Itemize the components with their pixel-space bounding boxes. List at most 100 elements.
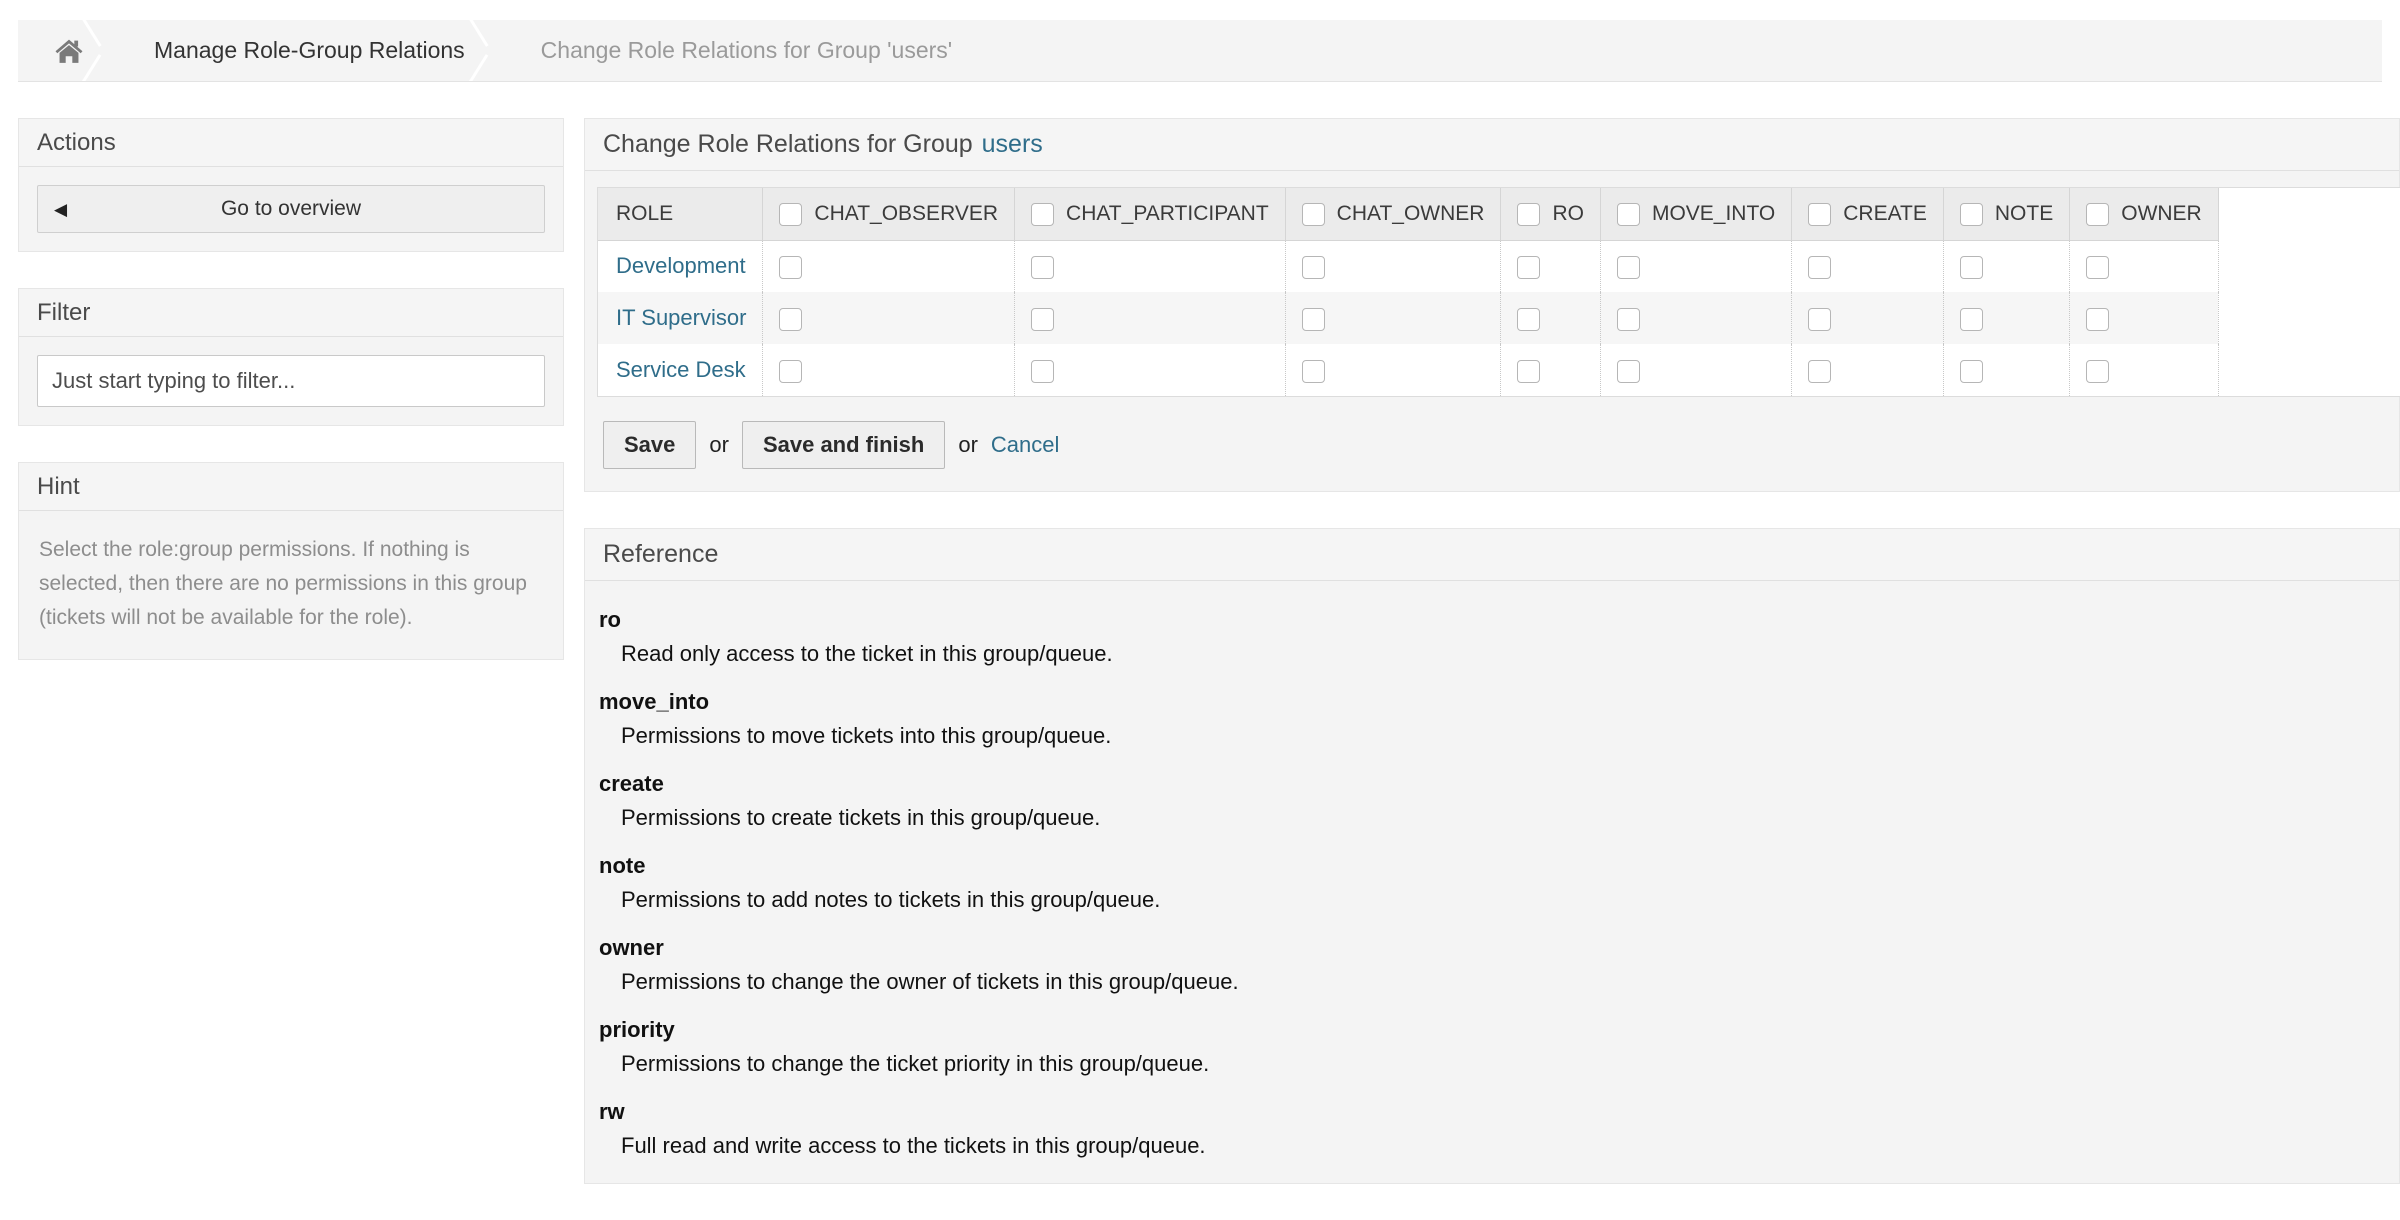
breadcrumb-item-manage-role-group-relations[interactable]: Manage Role-Group Relations	[112, 20, 499, 81]
hint-widget-title: Hint	[19, 463, 563, 511]
checkbox-it-supervisor-move_into[interactable]	[1616, 307, 1640, 331]
permission-cell	[1943, 292, 2071, 344]
checkbox-service-desk-move_into[interactable]	[1616, 359, 1640, 383]
go-to-overview-label: Go to overview	[220, 197, 362, 220]
cancel-link[interactable]: Cancel	[991, 432, 1059, 458]
breadcrumb-label: Manage Role-Group Relations	[154, 37, 465, 63]
select-all-checkbox-owner[interactable]	[2086, 202, 2110, 226]
permission-cell	[1791, 240, 1944, 292]
breadcrumb: Manage Role-Group Relations Change Role …	[18, 20, 2382, 82]
checkbox-development-ro[interactable]	[1517, 255, 1541, 279]
select-all-checkbox-chat_observer[interactable]	[779, 202, 803, 226]
actions-widget: Actions ◀ Go to overview	[18, 118, 564, 252]
permission-cell	[1943, 344, 2071, 396]
checkbox-development-note[interactable]	[1959, 255, 1983, 279]
select-all-checkbox-chat_owner[interactable]	[1301, 202, 1325, 226]
checkbox-it-supervisor-note[interactable]	[1959, 307, 1983, 331]
hint-text: Select the role:group permissions. If no…	[39, 538, 527, 630]
permission-cell	[1600, 240, 1793, 292]
go-to-overview-button[interactable]: ◀ Go to overview	[37, 185, 545, 233]
checkbox-development-chat_owner[interactable]	[1301, 255, 1325, 279]
reference-item: ro Read only access to the ticket in this…	[599, 607, 2385, 667]
panel-body: ROLE CHAT_OBSERVER CHAT_PARTICIPANT CHAT_O…	[585, 171, 2400, 491]
column-header-ro: RO	[1500, 188, 1601, 241]
main-content: Change Role Relations for Group users RO…	[584, 118, 2400, 1220]
home-icon	[54, 38, 84, 64]
breadcrumb-separator-1	[79, 20, 113, 81]
reference-list: ro Read only access to the ticket in this…	[599, 607, 2385, 1159]
checkbox-it-supervisor-ro[interactable]	[1517, 307, 1541, 331]
reference-description: Permissions to create tickets in this gr…	[621, 805, 1101, 830]
permission-cell	[1014, 344, 1286, 396]
caret-left-icon: ◀	[54, 199, 68, 219]
or-separator-1: or	[709, 432, 729, 457]
column-header-label: RO	[1552, 201, 1584, 225]
checkbox-it-supervisor-owner[interactable]	[2086, 307, 2110, 331]
checkbox-service-desk-chat_observer[interactable]	[779, 359, 803, 383]
permission-cell	[762, 292, 1016, 344]
checkbox-development-move_into[interactable]	[1616, 255, 1640, 279]
role-link[interactable]: IT Supervisor	[598, 292, 764, 344]
breadcrumb-separator-2	[466, 20, 500, 81]
checkbox-development-create[interactable]	[1808, 255, 1832, 279]
reference-panel: Reference ro Read only access to the tick…	[584, 528, 2400, 1184]
checkbox-development-chat_participant[interactable]	[1031, 255, 1055, 279]
checkbox-development-chat_observer[interactable]	[779, 255, 803, 279]
reference-term: note	[599, 853, 646, 878]
permissions-table-body: Development IT Supervisor Service Desk	[598, 240, 2219, 396]
permission-cell	[762, 240, 1016, 292]
group-link[interactable]: users	[982, 130, 1043, 159]
permission-cell	[1285, 292, 1502, 344]
checkbox-development-owner[interactable]	[2086, 255, 2110, 279]
reference-term: create	[599, 771, 664, 796]
hint-widget: Hint Select the role:group permissions. …	[18, 462, 564, 661]
checkbox-service-desk-note[interactable]	[1959, 359, 1983, 383]
checkbox-it-supervisor-create[interactable]	[1808, 307, 1832, 331]
column-header-create: CREATE	[1791, 188, 1944, 241]
column-header-chat_participant: CHAT_PARTICIPANT	[1014, 188, 1286, 241]
checkbox-it-supervisor-chat_owner[interactable]	[1301, 307, 1325, 331]
column-header-note: NOTE	[1943, 188, 2071, 241]
checkbox-service-desk-create[interactable]	[1808, 359, 1832, 383]
checkbox-service-desk-ro[interactable]	[1517, 359, 1541, 383]
reference-description: Permissions to add notes to tickets in t…	[621, 887, 1161, 912]
checkbox-service-desk-chat_participant[interactable]	[1031, 359, 1055, 383]
reference-panel-body: ro Read only access to the ticket in this…	[585, 581, 2399, 1183]
checkbox-service-desk-owner[interactable]	[2086, 359, 2110, 383]
permission-cell	[1285, 344, 1502, 396]
role-link[interactable]: Service Desk	[598, 344, 764, 396]
permission-cell	[1791, 344, 1944, 396]
column-header-role: ROLE	[598, 188, 764, 241]
select-all-checkbox-move_into[interactable]	[1616, 202, 1640, 226]
permissions-table: ROLE CHAT_OBSERVER CHAT_PARTICIPANT CHAT_O…	[598, 188, 2219, 396]
breadcrumb-home[interactable]	[18, 20, 112, 81]
permission-cell	[1014, 292, 1286, 344]
reference-term: rw	[599, 1099, 625, 1124]
select-all-checkbox-ro[interactable]	[1517, 202, 1541, 226]
select-all-checkbox-chat_participant[interactable]	[1031, 202, 1055, 226]
column-header-label: CHAT_PARTICIPANT	[1066, 201, 1269, 225]
save-and-finish-button[interactable]: Save and finish	[741, 421, 946, 469]
column-header-owner: OWNER	[2069, 188, 2219, 241]
reference-term: priority	[599, 1017, 675, 1042]
checkbox-it-supervisor-chat_observer[interactable]	[779, 307, 803, 331]
permission-cell	[1600, 344, 1793, 396]
permission-cell	[1500, 240, 1601, 292]
filter-input[interactable]	[37, 355, 545, 407]
permission-cell	[1500, 292, 1601, 344]
reference-item: note Permissions to add notes to tickets …	[599, 853, 2385, 913]
table-row: Service Desk	[598, 344, 2219, 396]
role-link[interactable]: Development	[598, 240, 764, 292]
checkbox-service-desk-chat_owner[interactable]	[1301, 359, 1325, 383]
panel-header: Change Role Relations for Group users	[585, 119, 2399, 171]
select-all-checkbox-note[interactable]	[1959, 202, 1983, 226]
permission-cell	[1285, 240, 1502, 292]
checkbox-it-supervisor-chat_participant[interactable]	[1031, 307, 1055, 331]
permission-cell	[2069, 292, 2219, 344]
select-all-checkbox-create[interactable]	[1808, 202, 1832, 226]
column-header-label: CHAT_OBSERVER	[814, 201, 999, 225]
reference-term: move_into	[599, 689, 710, 714]
save-button[interactable]: Save	[603, 421, 697, 469]
permission-cell	[1500, 344, 1601, 396]
hint-widget-body: Select the role:group permissions. If no…	[19, 511, 563, 659]
